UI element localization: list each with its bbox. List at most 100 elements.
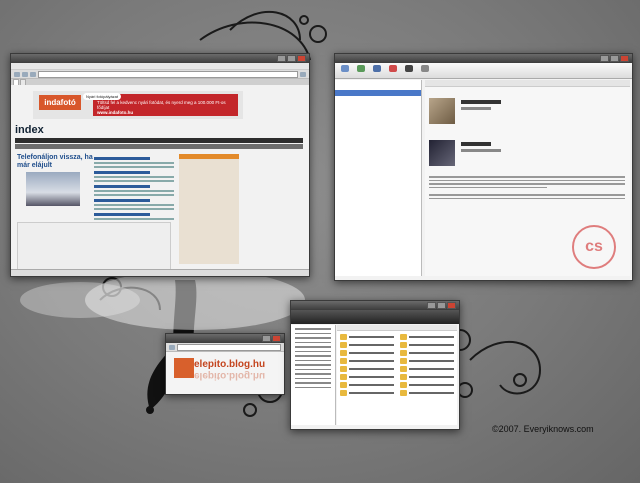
tab-inactive[interactable] (20, 79, 26, 85)
back-icon[interactable] (14, 71, 20, 77)
ad-banner[interactable]: indafotó Nyári fotópályázat Töltsd fel a… (33, 91, 243, 119)
folder-icon (400, 350, 407, 356)
folder-icon (340, 334, 347, 340)
folder-item[interactable] (340, 358, 394, 364)
minimize-button[interactable] (277, 55, 286, 62)
folder-icon (340, 350, 347, 356)
minimize-button[interactable] (262, 335, 271, 342)
folder-icon (400, 390, 407, 396)
toolbar-button[interactable] (371, 65, 383, 76)
maximize-button[interactable] (610, 55, 619, 62)
player-tabs[interactable] (425, 80, 630, 87)
browser-menubar[interactable] (11, 63, 309, 70)
folder-icon (340, 342, 347, 348)
folder-icon (400, 382, 407, 388)
album-cover[interactable] (429, 98, 455, 124)
folder-item[interactable] (340, 390, 394, 396)
folder-icon (400, 374, 407, 380)
folder-item[interactable] (340, 350, 394, 356)
blog-logo-icon (174, 358, 194, 378)
ad-site: www.indafoto.hu (97, 110, 134, 115)
sidebar-column (179, 154, 239, 264)
indafoto-ad[interactable]: Nyári fotópályázat Töltsd fel a kedvenc … (83, 93, 238, 116)
browser-window[interactable]: indafotó Nyári fotópályázat Töltsd fel a… (10, 53, 310, 277)
folder-icon (340, 374, 347, 380)
folder-item[interactable] (400, 334, 454, 340)
player-titlebar[interactable] (335, 54, 632, 63)
close-button[interactable] (620, 55, 629, 62)
minimize-button[interactable] (427, 302, 436, 309)
folder-item[interactable] (400, 366, 454, 372)
folder-item[interactable] (400, 382, 454, 388)
news-photo[interactable] (26, 172, 80, 206)
close-button[interactable] (447, 302, 456, 309)
folder-item[interactable] (340, 382, 394, 388)
close-button[interactable] (297, 55, 306, 62)
folder-item[interactable] (340, 334, 394, 340)
folder-item[interactable] (400, 374, 454, 380)
blog-toolbar (166, 343, 284, 352)
index-logo[interactable]: index (15, 124, 44, 136)
main-headline[interactable]: Telefonáljon vissza, ha már elájult (17, 154, 99, 170)
indafoto-logo: indafotó (39, 95, 81, 110)
artist-listeners (461, 149, 501, 152)
folder-icon (340, 358, 347, 364)
artist-name (461, 142, 491, 146)
blog-window[interactable]: elepito.blog.hu elepito.blog.hu (165, 333, 285, 395)
folder-item[interactable] (400, 390, 454, 396)
album-artist (461, 107, 491, 110)
folder-item[interactable] (400, 342, 454, 348)
player-toolbar (335, 63, 632, 79)
site-nav[interactable] (15, 138, 303, 143)
folder-icon (400, 342, 407, 348)
artist-bio (429, 174, 625, 201)
browser-titlebar[interactable] (11, 54, 309, 63)
sidebar-item[interactable] (335, 102, 421, 108)
blog-titlebar[interactable] (166, 334, 284, 343)
explorer-toolbar[interactable] (291, 310, 459, 324)
folder-icon (340, 382, 347, 388)
reload-icon[interactable] (30, 71, 36, 77)
folder-item[interactable] (340, 374, 394, 380)
player-sidebar (335, 80, 422, 276)
file-list (337, 325, 457, 425)
news-column (94, 154, 174, 222)
toolbar-button[interactable] (419, 65, 431, 76)
tab-active[interactable] (13, 79, 19, 85)
maximize-button[interactable] (437, 302, 446, 309)
toolbar-button[interactable] (403, 65, 415, 76)
search-icon[interactable] (300, 71, 306, 77)
site-subnav[interactable] (15, 144, 303, 149)
folder-icon (340, 366, 347, 372)
status-bar (11, 269, 309, 276)
blog-name[interactable]: elepito.blog.hu (194, 359, 265, 370)
folder-item[interactable] (340, 342, 394, 348)
album-title (461, 100, 501, 104)
back-icon[interactable] (169, 344, 175, 350)
artist-photo[interactable] (429, 140, 455, 166)
ad-text: Töltsd fel a kedvenc nyári fotódat, és n… (97, 100, 226, 110)
minimize-button[interactable] (600, 55, 609, 62)
toolbar-button[interactable] (387, 65, 399, 76)
folder-icon (340, 390, 347, 396)
folder-icon (400, 334, 407, 340)
folder-tree[interactable] (291, 325, 336, 425)
folder-icon (400, 358, 407, 364)
maximize-button[interactable] (287, 55, 296, 62)
toolbar-button[interactable] (355, 65, 367, 76)
address-bar[interactable] (177, 343, 281, 351)
folder-icon (400, 366, 407, 372)
folder-item[interactable] (400, 358, 454, 364)
forward-icon[interactable] (22, 71, 28, 77)
explorer-window[interactable] (290, 300, 460, 430)
copyright-credit: ©2007. Everyiknows.com (492, 424, 594, 434)
folder-item[interactable] (340, 366, 394, 372)
close-button[interactable] (272, 335, 281, 342)
folder-item[interactable] (400, 350, 454, 356)
blog-name-reflection: elepito.blog.hu (194, 370, 266, 381)
explorer-titlebar[interactable] (291, 301, 459, 310)
ad-bubble: Nyári fotópályázat (83, 93, 122, 100)
address-bar[interactable] (38, 70, 298, 78)
toolbar-button[interactable] (339, 65, 351, 76)
lastfm-logo: cs (572, 225, 616, 269)
